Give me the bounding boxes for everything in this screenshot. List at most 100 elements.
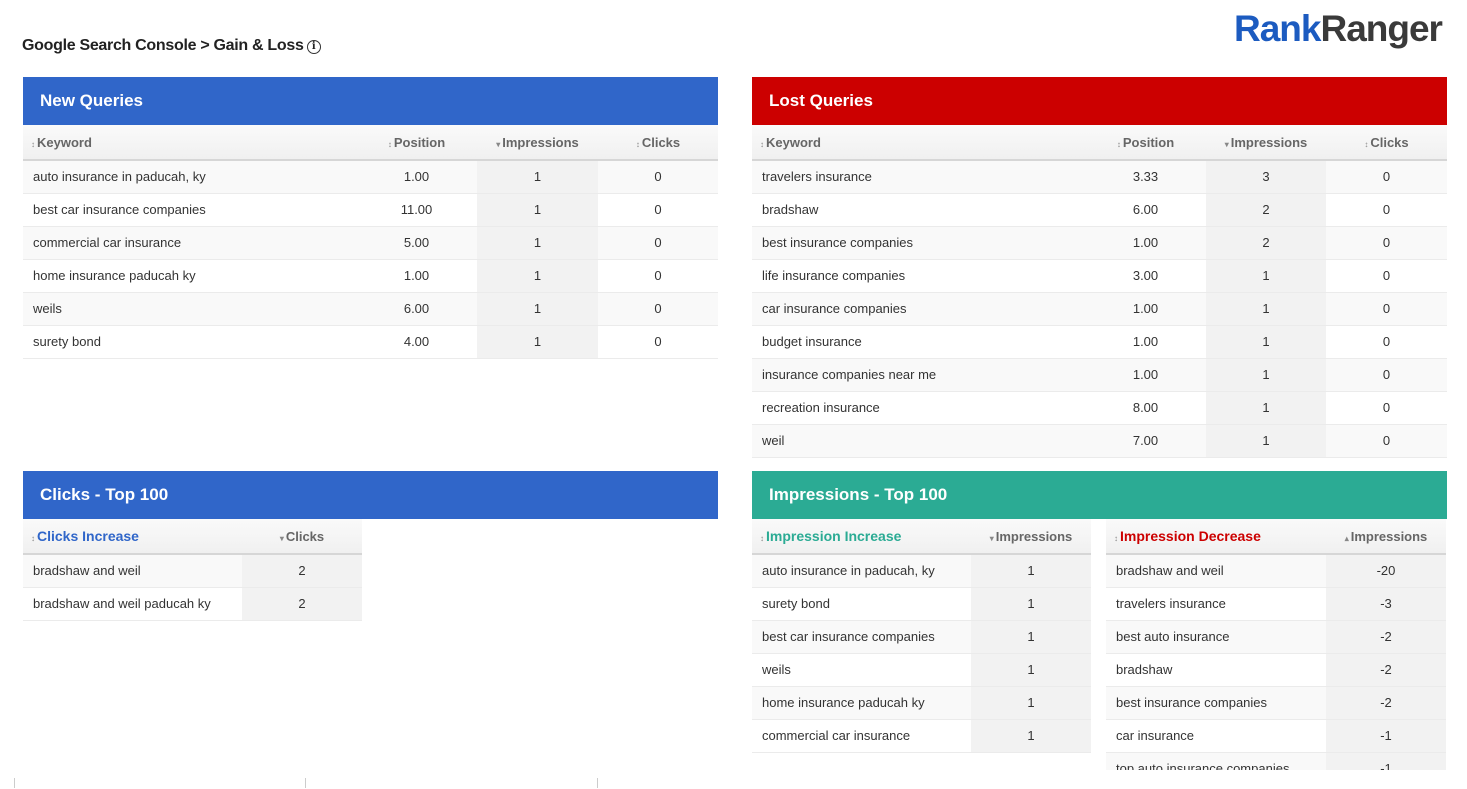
sort-icon[interactable]: ↕ xyxy=(1114,534,1118,543)
sort-icon[interactable]: ↕ xyxy=(388,140,392,149)
value-cell: 1 xyxy=(1206,325,1326,359)
value-cell: 0 xyxy=(598,292,718,326)
value-cell: 2 xyxy=(242,587,362,621)
value-cell: 2 xyxy=(242,554,362,588)
sort-icon[interactable]: ↕ xyxy=(1364,140,1368,149)
value-cell: 1.00 xyxy=(1085,226,1206,260)
column-header[interactable]: ▾ Clicks xyxy=(242,519,362,555)
table-row: weils 1 xyxy=(752,653,1091,687)
column-header-label: Impression Decrease xyxy=(1120,528,1261,544)
table-row: best car insurance companies 1 xyxy=(752,620,1091,654)
value-cell: 0 xyxy=(1326,391,1447,425)
page-title: Google Search Console > Gain & Loss i xyxy=(22,37,321,55)
sort-icon[interactable]: ↕ xyxy=(31,534,35,543)
table-row: best auto insurance -2 xyxy=(1106,620,1446,654)
value-cell: 3.33 xyxy=(1085,160,1206,194)
value-cell: 1 xyxy=(971,719,1091,753)
sort-icon[interactable]: ▴ xyxy=(1345,534,1349,543)
value-cell: 1 xyxy=(971,554,1091,588)
table-row: bradshaw -2 xyxy=(1106,653,1446,687)
column-header[interactable]: ▾ Impressions xyxy=(971,519,1091,555)
column-header[interactable]: ↕ Clicks xyxy=(1326,125,1447,161)
lost-queries-panel: Lost Queries ↕ Keyword ↕ Position ▾ Impressio… xyxy=(752,77,1447,458)
keyword-cell: bradshaw and weil xyxy=(23,554,242,588)
keyword-cell: travelers insurance xyxy=(752,160,1085,194)
keyword-cell: surety bond xyxy=(752,587,971,621)
table-row: recreation insurance 8.00 1 0 xyxy=(752,391,1447,425)
table-row: travelers insurance 3.33 3 0 xyxy=(752,160,1447,194)
table-row: auto insurance in paducah, ky 1.00 1 0 xyxy=(23,160,718,194)
sort-icon[interactable]: ↕ xyxy=(760,534,764,543)
sort-icon[interactable]: ↕ xyxy=(31,140,35,149)
keyword-cell: best auto insurance xyxy=(1106,620,1326,654)
logo-ranger: Ranger xyxy=(1320,8,1442,49)
column-header[interactable]: ↕ Impression Increase xyxy=(752,519,971,555)
value-cell: 0 xyxy=(1326,358,1447,392)
value-cell: 1 xyxy=(477,292,598,326)
sort-icon[interactable]: ▾ xyxy=(990,534,994,543)
table-row: car insurance companies 1.00 1 0 xyxy=(752,292,1447,326)
table-row: commercial car insurance 5.00 1 0 xyxy=(23,226,718,260)
value-cell: 1 xyxy=(1206,424,1326,458)
value-cell: 0 xyxy=(1326,292,1447,326)
column-header[interactable]: ▴ Impressions xyxy=(1326,519,1446,555)
sort-icon[interactable]: ▾ xyxy=(1225,140,1229,149)
value-cell: 1 xyxy=(971,620,1091,654)
table-row: bradshaw and weil -20 xyxy=(1106,554,1446,588)
rankranger-logo: RankRanger xyxy=(1234,8,1443,50)
table-row: insurance companies near me 1.00 1 0 xyxy=(752,358,1447,392)
value-cell: -1 xyxy=(1326,752,1446,770)
table-row: best insurance companies -2 xyxy=(1106,686,1446,720)
column-header-label: Keyword xyxy=(37,134,92,150)
column-header-label: Keyword xyxy=(766,134,821,150)
sort-icon[interactable]: ↕ xyxy=(760,140,764,149)
value-cell: -2 xyxy=(1326,686,1446,720)
value-cell: 4.00 xyxy=(356,325,477,359)
column-header-label: Impression Increase xyxy=(766,528,902,544)
table-header-row: ↕ Keyword ↕ Position ▾ Impressions ↕ Clicks xyxy=(23,125,718,161)
column-header-label: Clicks Increase xyxy=(37,528,139,544)
value-cell: 1 xyxy=(477,226,598,260)
column-header-label: Impressions xyxy=(1350,528,1428,544)
new-queries-table: ↕ Keyword ↕ Position ▾ Impressions ↕ Clicks auto… xyxy=(23,125,718,359)
keyword-cell: recreation insurance xyxy=(752,391,1085,425)
column-header[interactable]: ▾ Impressions xyxy=(477,125,598,161)
table-header-row: ↕ Impression Decrease ▴ Impressions xyxy=(1106,519,1446,555)
column-header[interactable]: ↕ Position xyxy=(356,125,477,161)
keyword-cell: life insurance companies xyxy=(752,259,1085,293)
table-row: bradshaw and weil paducah ky 2 xyxy=(23,587,362,621)
table-row: weils 6.00 1 0 xyxy=(23,292,718,326)
sort-icon[interactable]: ↕ xyxy=(1117,140,1121,149)
value-cell: -3 xyxy=(1326,587,1446,621)
sort-icon[interactable]: ↕ xyxy=(636,140,640,149)
info-icon[interactable]: i xyxy=(306,40,321,54)
keyword-cell: auto insurance in paducah, ky xyxy=(752,554,971,588)
value-cell: 1 xyxy=(1206,391,1326,425)
value-cell: 1 xyxy=(971,587,1091,621)
value-cell: 2 xyxy=(1206,226,1326,260)
keyword-cell: bradshaw xyxy=(1106,653,1326,687)
sort-icon[interactable]: ▾ xyxy=(280,534,284,543)
value-cell: 0 xyxy=(1326,160,1447,194)
keyword-cell: best insurance companies xyxy=(752,226,1085,260)
value-cell: 0 xyxy=(1326,424,1447,458)
value-cell: 1 xyxy=(477,259,598,293)
column-header[interactable]: ↕ Impression Decrease xyxy=(1106,519,1326,555)
keyword-cell: commercial car insurance xyxy=(752,719,971,753)
table-header-row: ↕ Impression Increase ▾ Impressions xyxy=(752,519,1091,555)
page-title-text: Google Search Console > Gain & Loss xyxy=(22,37,304,54)
sort-icon[interactable]: ▾ xyxy=(496,140,500,149)
column-header[interactable]: ↕ Clicks xyxy=(598,125,718,161)
value-cell: 6.00 xyxy=(1085,193,1206,227)
column-header[interactable]: ↕ Keyword xyxy=(752,125,1085,161)
impression-increase-table: ↕ Impression Increase ▾ Impressions auto ins… xyxy=(752,519,1091,753)
table-row: best insurance companies 1.00 2 0 xyxy=(752,226,1447,260)
column-header[interactable]: ↕ Position xyxy=(1085,125,1206,161)
column-header-label: Position xyxy=(1122,134,1175,150)
value-cell: 1 xyxy=(477,325,598,359)
table-row: home insurance paducah ky 1 xyxy=(752,686,1091,720)
table-row: auto insurance in paducah, ky 1 xyxy=(752,554,1091,588)
column-header[interactable]: ↕ Keyword xyxy=(23,125,356,161)
column-header[interactable]: ↕ Clicks Increase xyxy=(23,519,242,555)
column-header[interactable]: ▾ Impressions xyxy=(1206,125,1326,161)
